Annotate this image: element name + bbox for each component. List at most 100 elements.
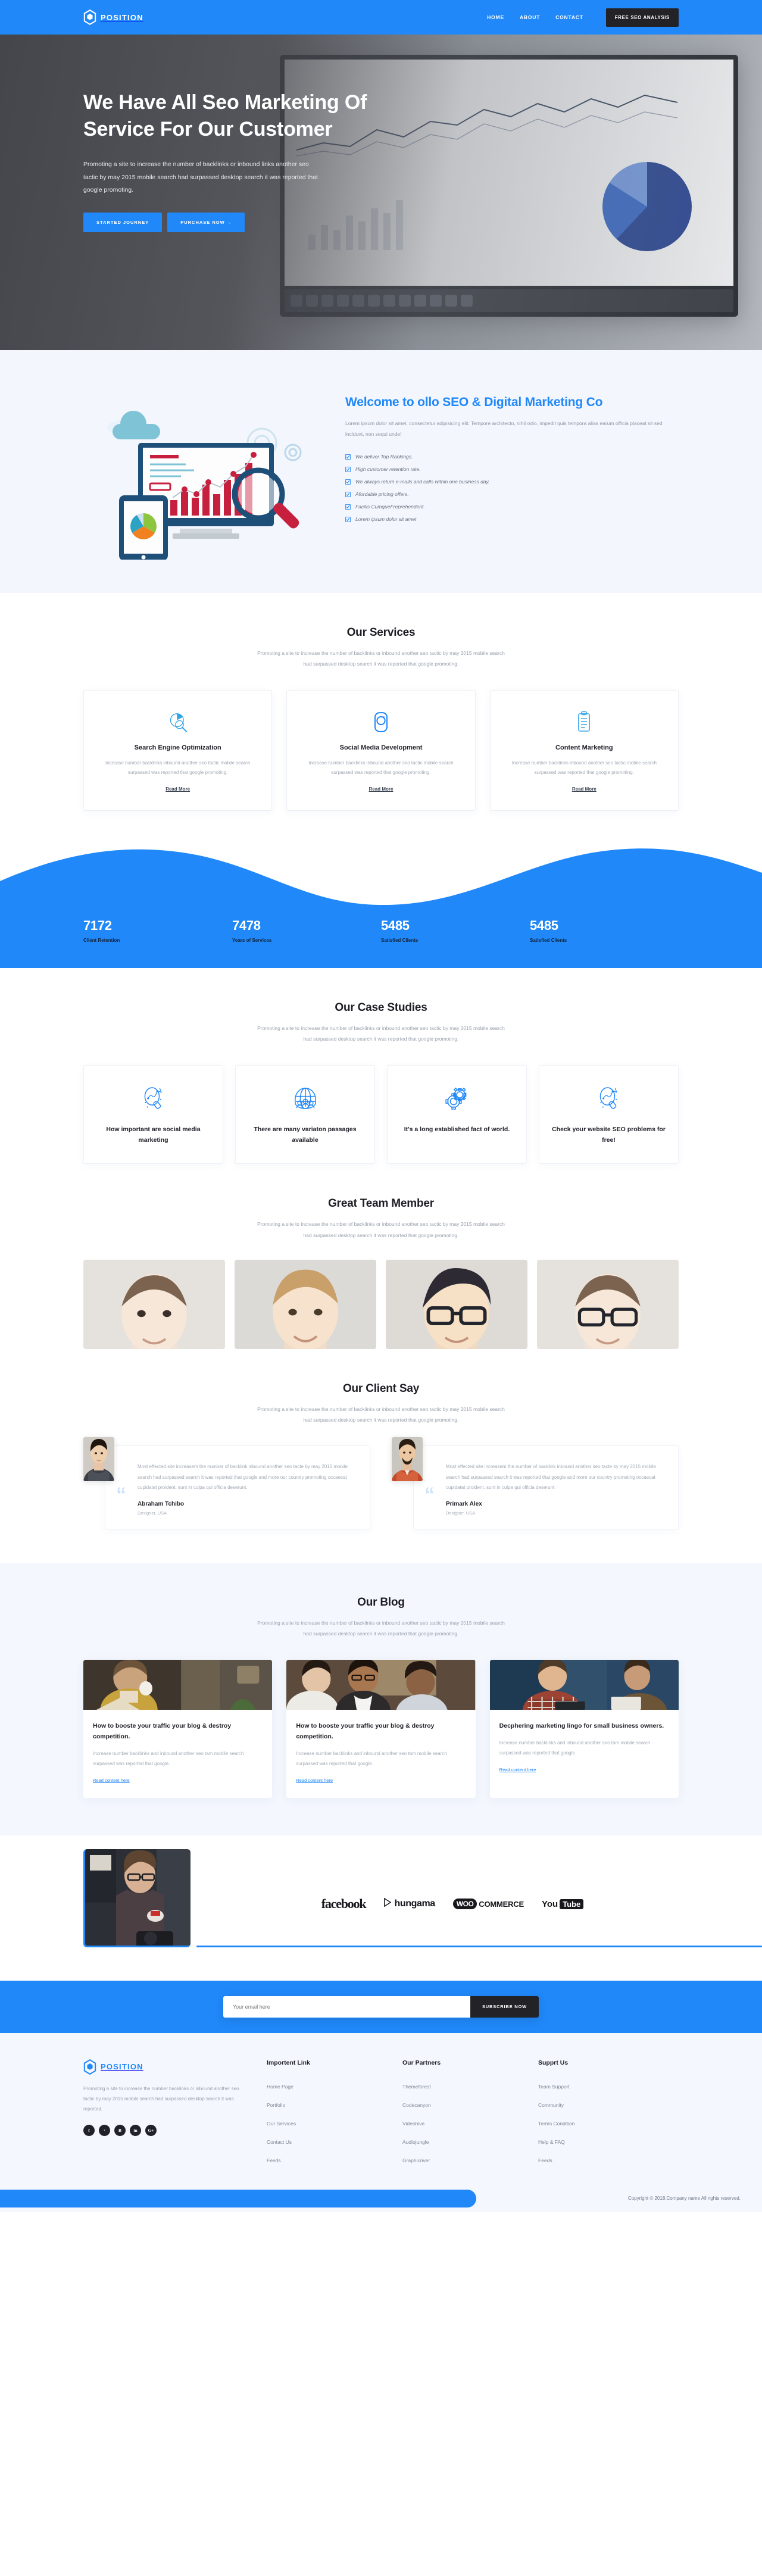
footer-link[interactable]: Videohive <box>402 2121 424 2127</box>
brand-logo[interactable]: POSITION <box>83 9 143 26</box>
footer-link[interactable]: Graphicriver <box>402 2157 430 2163</box>
blog-card[interactable]: How to booste your traffic your blog & d… <box>83 1659 273 1798</box>
footer-link[interactable]: Audiojungle <box>402 2139 429 2145</box>
team-member-card[interactable] <box>386 1259 527 1349</box>
footer-link[interactable]: Our Services <box>267 2121 296 2127</box>
nav-item-about[interactable]: ABOUT <box>520 14 540 20</box>
team-member-card[interactable] <box>537 1259 679 1349</box>
copyright-text: Copyright © 2018.Company name All rights… <box>627 2195 741 2201</box>
read-more-link[interactable]: Read More <box>165 786 190 792</box>
service-text: Increase number backlinks inbound anothe… <box>511 760 657 776</box>
list-item: Themeforest <box>402 2077 521 2096</box>
hungama-logo: hungama <box>383 1898 435 1910</box>
case-card[interactable]: How important are social media marketing <box>83 1064 223 1164</box>
footer-link[interactable]: Themeforest <box>402 2084 431 2090</box>
purchase-now-button[interactable]: PURCHASE NOW → <box>167 212 245 232</box>
list-item: Help & FAQ <box>538 2132 657 2151</box>
video-preview-card[interactable] <box>83 1849 190 1947</box>
nav-item-home[interactable]: HOME <box>487 14 504 20</box>
free-seo-analysis-button[interactable]: FREE SEO ANALYSIS <box>605 8 679 27</box>
case-card[interactable]: It's a long established fact of world. <box>387 1064 527 1164</box>
footer-link[interactable]: Codecanyon <box>402 2102 431 2108</box>
blog-card[interactable]: How to booste your traffic your blog & d… <box>286 1659 476 1798</box>
woocommerce-logo: WOO COMMERCE <box>452 1899 524 1910</box>
footer-link[interactable]: Feeds <box>538 2157 552 2163</box>
twitter-icon[interactable]: ᵛ <box>99 2125 110 2137</box>
quote-icon: “ <box>424 1484 435 1507</box>
team-subtitle: Promoting a site to increase the number … <box>257 1221 505 1238</box>
nav-item-contact[interactable]: CONTACT <box>555 14 583 20</box>
footer-link[interactable]: Community <box>538 2102 564 2108</box>
testimonial-text: Most effected site increasem the number … <box>138 1464 348 1490</box>
google-plus-icon[interactable]: G+ <box>145 2125 157 2137</box>
service-title: Content Marketing <box>555 744 613 751</box>
feature-label: Afordable pricing offers. <box>355 491 409 498</box>
blog-text: Increase number backlinks and inbound an… <box>499 1740 651 1756</box>
list-item: Team Support <box>538 2077 657 2096</box>
avatar <box>83 1437 114 1482</box>
blog-text: Increase number backlinks and inbound an… <box>93 1751 244 1767</box>
blog-section: Our Blog Promoting a site to increase th… <box>0 1563 762 1835</box>
list-item: Portfolio <box>267 2096 386 2114</box>
stat-item: 7172 Client Retention <box>83 918 232 943</box>
list-item: We always return e-mails and calls withi… <box>345 476 679 488</box>
check-icon <box>345 479 351 485</box>
wave-divider <box>0 842 762 913</box>
partner-logos: facebook hungama WOO COMMERCE You Tube <box>190 1896 679 1912</box>
behance-icon[interactable]: Ƀ <box>114 2125 126 2137</box>
facebook-icon[interactable]: f <box>83 2125 95 2137</box>
footer-link[interactable]: Contact Us <box>267 2139 292 2145</box>
gears-icon <box>397 1081 517 1116</box>
footer-link[interactable]: Team Support <box>538 2084 570 2090</box>
read-content-link[interactable]: Read content here <box>296 1778 333 1783</box>
youtube-logo: You Tube <box>542 1899 584 1909</box>
page-title: Our Blog <box>357 1596 405 1609</box>
welcome-title: Welcome to ollo SEO & Digital Marketing … <box>345 395 603 409</box>
case-card[interactable]: Check your website SEO problems for free… <box>539 1064 679 1164</box>
check-icon <box>345 516 351 522</box>
service-text: Increase number backlinks inbound anothe… <box>308 760 454 776</box>
linkedin-icon[interactable]: in <box>130 2125 141 2137</box>
footer-link[interactable]: Portfolio <box>267 2102 285 2108</box>
footer-column-support-us: Supprt Us Team Support Community Terms C… <box>538 2059 657 2169</box>
read-more-link[interactable]: Read More <box>572 786 597 792</box>
blog-subtitle: Promoting a site to increase the number … <box>257 1620 505 1637</box>
list-item: Feeds <box>267 2151 386 2169</box>
list-item: Contact Us <box>267 2132 386 2151</box>
service-card[interactable]: Social Media Development Increase number… <box>286 689 476 811</box>
team-member-card[interactable] <box>83 1259 225 1349</box>
team-member-card[interactable] <box>235 1259 376 1349</box>
testimonials-subtitle: Promoting a site to increase the number … <box>257 1406 505 1423</box>
read-more-link[interactable]: Read More <box>369 786 394 792</box>
stat-value: 5485 <box>381 918 410 933</box>
footer-link[interactable]: Feeds <box>267 2157 281 2163</box>
site-header: POSITION HOME ABOUT CONTACT FREE SEO ANA… <box>0 0 762 35</box>
service-card[interactable]: Content Marketing Increase number backli… <box>489 689 679 811</box>
hero-section: We Have All Seo Marketing Of Service For… <box>0 35 762 350</box>
footer-brand-logo[interactable]: POSITION <box>83 2059 250 2075</box>
seo-analytics-illustration <box>83 381 321 561</box>
newsletter-section: SUBSCRIBE NOW <box>0 1980 762 2033</box>
service-title: Social Media Development <box>339 744 423 751</box>
feature-label: High customer retention rate. <box>355 466 421 473</box>
position-hexagon-icon <box>83 9 96 26</box>
read-content-link[interactable]: Read content here <box>499 1767 536 1772</box>
stat-value: 5485 <box>530 918 558 933</box>
copyright-bar: Copyright © 2018.Company name All rights… <box>0 2189 762 2212</box>
footer-link[interactable]: Help & FAQ <box>538 2139 565 2145</box>
read-content-link[interactable]: Read content here <box>93 1778 130 1783</box>
case-studies-section: Our Case Studies Promoting a site to inc… <box>0 968 762 1164</box>
footer-link[interactable]: Terms Condition <box>538 2121 574 2127</box>
service-card[interactable]: Search Engine Optimization Increase numb… <box>83 689 273 811</box>
list-item: Terms Condition <box>538 2114 657 2132</box>
list-item: Our Services <box>267 2114 386 2132</box>
blog-card[interactable]: Decphering marketing lingo for small bus… <box>489 1659 679 1798</box>
feature-label: We deliver Top Rankings. <box>355 454 413 460</box>
welcome-feature-list: We deliver Top Rankings. High customer r… <box>345 451 679 526</box>
case-card[interactable]: There are many variaton passages availab… <box>235 1064 375 1164</box>
subscribe-now-button[interactable]: SUBSCRIBE NOW <box>470 1996 539 2018</box>
newsletter-email-input[interactable] <box>223 1996 470 2018</box>
brands-section: facebook hungama WOO COMMERCE You Tube <box>0 1834 762 1981</box>
started-journey-button[interactable]: STARTED JOURNEY <box>83 212 163 232</box>
footer-link[interactable]: Home Page <box>267 2084 293 2090</box>
